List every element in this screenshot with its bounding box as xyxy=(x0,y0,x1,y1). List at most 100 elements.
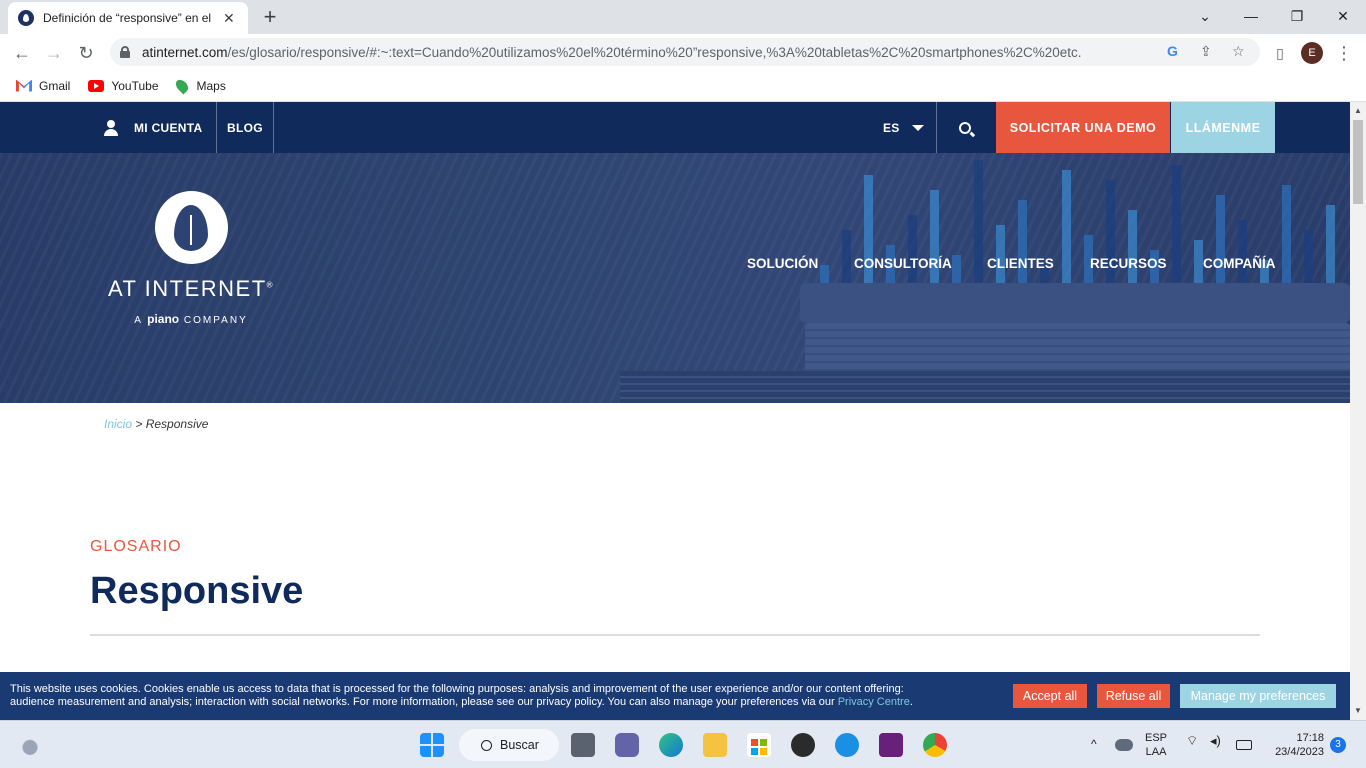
logo-sub-brand: piano xyxy=(147,312,180,326)
my-account-label: MI CUENTA xyxy=(134,120,203,135)
logo-subtitle: A piano COMPANY xyxy=(96,312,286,326)
site-favicon-icon xyxy=(18,10,34,26)
reload-icon[interactable]: ↻ xyxy=(74,41,98,65)
decorative-bar xyxy=(842,230,851,285)
site-search-button[interactable] xyxy=(959,102,971,153)
minimize-button[interactable]: — xyxy=(1236,4,1266,28)
bookmarks-bar: Gmail YouTube Maps xyxy=(0,70,1366,102)
windows-start-icon[interactable] xyxy=(420,733,444,757)
google-translate-icon[interactable]: G xyxy=(1167,43,1178,59)
forward-arrow-icon[interactable]: → xyxy=(42,41,66,65)
restore-button[interactable]: ❐ xyxy=(1282,4,1312,28)
cloud-icon[interactable] xyxy=(1115,739,1133,751)
taskbar-search-label: Buscar xyxy=(500,738,539,752)
volume-icon[interactable]: ◂) xyxy=(1210,733,1226,757)
weather-icon[interactable] xyxy=(18,733,42,757)
blog-label: BLOG xyxy=(227,120,263,135)
decorative-bar xyxy=(996,225,1005,285)
notification-badge[interactable]: 3 xyxy=(1330,737,1346,753)
visual-studio-icon[interactable] xyxy=(879,733,903,757)
new-tab-button[interactable]: + xyxy=(258,4,282,30)
battery-icon[interactable] xyxy=(1236,740,1252,750)
site-logo[interactable]: AT INTERNET® A piano COMPANY xyxy=(96,191,286,326)
scroll-thumb[interactable] xyxy=(1353,120,1363,204)
wifi-icon[interactable]: ⌔ xyxy=(1186,733,1202,757)
edge-icon[interactable] xyxy=(659,733,683,757)
decorative-bar xyxy=(1194,240,1203,285)
bookmark-youtube[interactable]: YouTube xyxy=(88,79,159,93)
nav-recursos[interactable]: RECURSOS xyxy=(1090,256,1167,271)
title-divider xyxy=(90,634,1260,636)
nav-clientes[interactable]: CLIENTES xyxy=(987,256,1054,271)
my-account-link[interactable]: MI CUENTA xyxy=(104,102,202,153)
decorative-bar xyxy=(1282,185,1291,285)
decorative-bar xyxy=(1238,220,1247,285)
bookmark-maps[interactable]: Maps xyxy=(173,77,226,94)
logo-sub-a: A xyxy=(134,315,143,326)
file-explorer-icon[interactable] xyxy=(703,733,727,757)
privacy-centre-link[interactable]: Privacy Centre xyxy=(838,696,910,708)
bookmark-star-icon[interactable]: ☆ xyxy=(1232,43,1245,60)
call-me-button[interactable]: LLÁMENME xyxy=(1171,102,1275,153)
language-label: ES xyxy=(883,120,900,135)
decorative-bar xyxy=(820,265,829,285)
profile-avatar[interactable]: E xyxy=(1301,42,1323,64)
menu-kebab-icon[interactable]: ⋮ xyxy=(1332,41,1356,65)
logo-sub-company: COMPANY xyxy=(183,315,248,326)
user-icon xyxy=(104,119,118,136)
decorative-bar xyxy=(1304,230,1313,285)
tab-search-icon[interactable]: ⌄ xyxy=(1190,4,1220,28)
bookmark-gmail[interactable]: Gmail xyxy=(16,79,70,93)
language-selector[interactable]: ES xyxy=(883,102,924,153)
caret-down-icon xyxy=(911,124,924,131)
address-bar[interactable]: atinternet.com/es/glosario/responsive/#:… xyxy=(110,38,1260,66)
clock-time: 17:18 xyxy=(1296,732,1324,744)
windows-taskbar: Buscar ^ ESP LAA ⌔ ◂) 17:18 23/4/2023 3 xyxy=(0,720,1366,768)
book xyxy=(805,323,1350,373)
manage-preferences-button[interactable]: Manage my preferences xyxy=(1180,684,1336,708)
back-arrow-icon[interactable]: ← xyxy=(10,41,34,65)
site-top-bar: MI CUENTA BLOG ES SOLICITAR UNA DEMO LLÁ… xyxy=(0,102,1350,153)
logo-name: AT INTERNET® xyxy=(107,276,275,301)
divider xyxy=(936,102,937,153)
divider xyxy=(273,102,274,153)
decorative-bar xyxy=(908,215,917,285)
show-hidden-icons-chevron[interactable]: ^ xyxy=(1091,737,1107,761)
store-icon[interactable] xyxy=(747,733,771,757)
nav-consultoria[interactable]: CONSULTORÍA xyxy=(854,256,952,271)
breadcrumb: Inicio > Responsive xyxy=(104,417,208,431)
help-icon[interactable] xyxy=(835,733,859,757)
breadcrumb-current: Responsive xyxy=(145,417,209,431)
logo-name-text: AT INTERNET xyxy=(107,276,267,301)
url-path: /es/glosario/responsive/#:~:text=Cuando%… xyxy=(227,44,1082,60)
decorative-bar xyxy=(1018,200,1027,285)
url-text[interactable]: atinternet.com/es/glosario/responsive/#:… xyxy=(142,45,1142,60)
chrome-icon[interactable] xyxy=(923,733,947,757)
side-panel-icon[interactable]: ▯ xyxy=(1268,41,1292,65)
books-image xyxy=(620,283,1350,403)
teams-icon[interactable] xyxy=(615,733,639,757)
page-scrollbar[interactable]: ▲ ▼ xyxy=(1350,102,1366,720)
close-tab-icon[interactable]: ✕ xyxy=(223,10,235,27)
nav-compania[interactable]: COMPAÑÍA xyxy=(1203,256,1276,271)
nav-solucion[interactable]: SOLUCIÓN xyxy=(747,256,818,271)
logo-leaf-icon xyxy=(154,191,228,264)
accept-all-button[interactable]: Accept all xyxy=(1013,684,1087,708)
decorative-bar xyxy=(1216,195,1225,285)
input-language[interactable]: ESP LAA xyxy=(1145,731,1167,759)
github-icon[interactable] xyxy=(791,733,815,757)
divider xyxy=(216,102,217,153)
page-title: Responsive xyxy=(90,570,304,612)
request-demo-button[interactable]: SOLICITAR UNA DEMO xyxy=(996,102,1170,153)
refuse-all-button[interactable]: Refuse all xyxy=(1097,684,1170,708)
blog-link[interactable]: BLOG xyxy=(227,102,263,153)
clock[interactable]: 17:18 23/4/2023 xyxy=(1268,731,1324,759)
task-view-icon[interactable] xyxy=(571,733,595,757)
close-window-button[interactable]: ✕ xyxy=(1328,4,1358,28)
share-icon[interactable]: ⇪ xyxy=(1200,43,1212,60)
scroll-down-icon[interactable]: ▼ xyxy=(1354,706,1362,715)
taskbar-search[interactable]: Buscar xyxy=(459,729,559,761)
scroll-up-icon[interactable]: ▲ xyxy=(1354,106,1362,115)
browser-tab[interactable]: Definición de “responsive” en el á ✕ xyxy=(8,2,248,34)
breadcrumb-home-link[interactable]: Inicio xyxy=(104,417,132,431)
